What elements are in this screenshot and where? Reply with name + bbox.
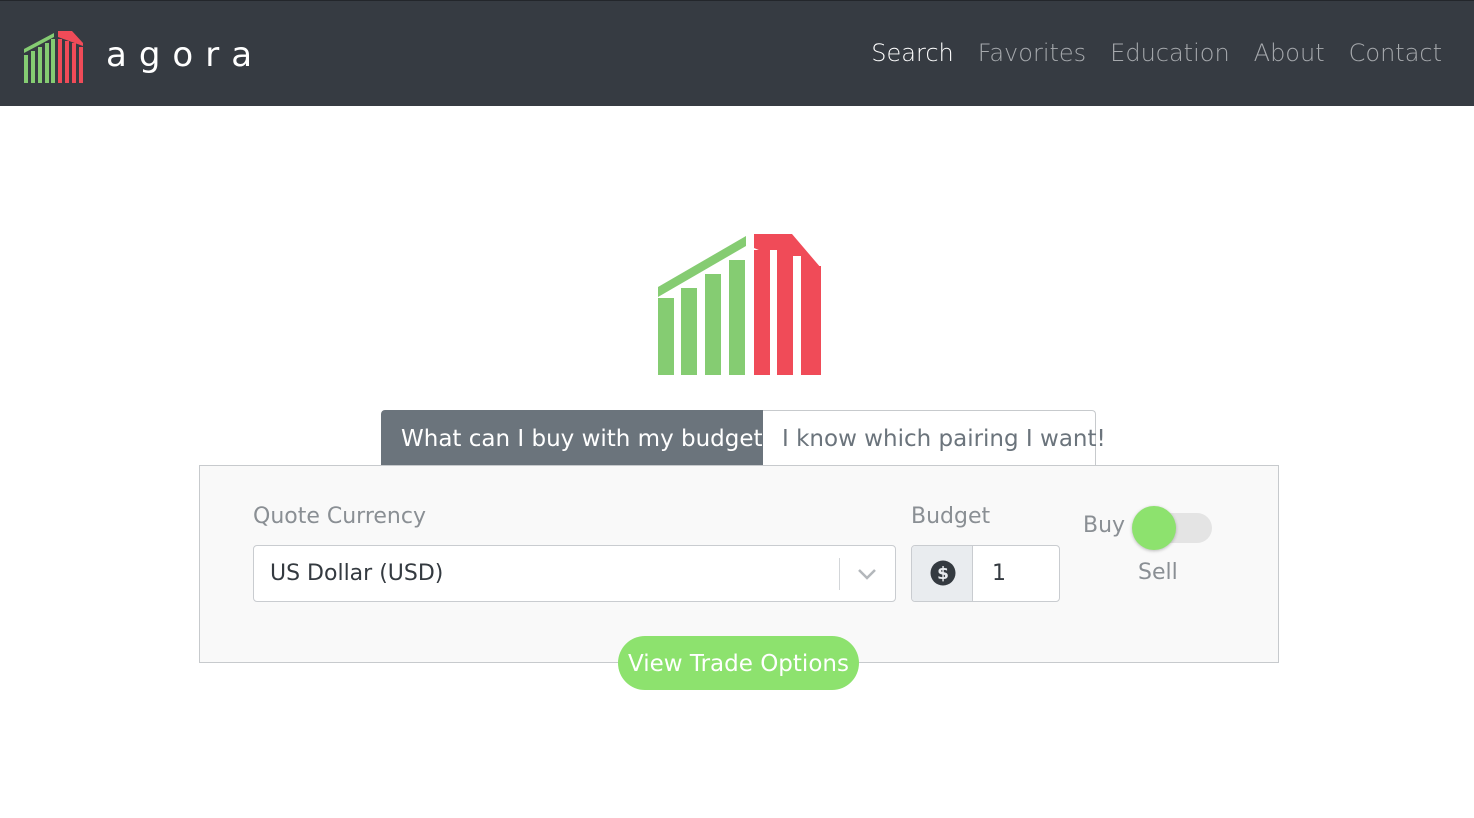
svg-text:$: $ bbox=[937, 564, 949, 584]
dollar-circle-icon: $ bbox=[930, 560, 956, 586]
brand-link[interactable]: agora bbox=[22, 29, 252, 83]
nav-contact[interactable]: Contact bbox=[1349, 39, 1442, 67]
budget-label: Budget bbox=[911, 504, 991, 529]
quote-currency-value: US Dollar (USD) bbox=[270, 561, 444, 586]
quote-currency-label: Quote Currency bbox=[253, 504, 426, 529]
chevron-down-icon[interactable] bbox=[856, 564, 878, 584]
budget-input-group: $ bbox=[911, 545, 1060, 602]
nav-about[interactable]: About bbox=[1254, 39, 1325, 67]
budget-input[interactable] bbox=[974, 546, 1059, 601]
agora-logo-icon bbox=[24, 31, 83, 83]
search-form-panel: Quote Currency Budget US Dollar (USD) $ … bbox=[199, 465, 1279, 663]
quote-currency-select[interactable]: US Dollar (USD) bbox=[253, 545, 896, 602]
buy-sell-toggle[interactable] bbox=[1132, 506, 1212, 550]
brand-name: agora bbox=[106, 35, 265, 75]
nav-favorites[interactable]: Favorites bbox=[978, 39, 1086, 67]
buy-label: Buy bbox=[1083, 513, 1126, 538]
view-trade-options-button[interactable]: View Trade Options bbox=[618, 636, 859, 690]
tab-pairing[interactable]: I know which pairing I want! bbox=[763, 410, 1106, 466]
tab-budget[interactable]: What can I buy with my budget? bbox=[381, 410, 775, 466]
sell-label: Sell bbox=[1138, 560, 1178, 585]
agora-hero-logo-icon bbox=[658, 234, 821, 375]
select-divider bbox=[839, 558, 840, 590]
budget-addon: $ bbox=[912, 546, 973, 601]
nav-links: Search Favorites Education About Contact bbox=[847, 39, 1442, 67]
nav-education[interactable]: Education bbox=[1110, 39, 1229, 67]
toggle-knob bbox=[1132, 506, 1176, 550]
navbar: agora Search Favorites Education About C… bbox=[0, 0, 1474, 106]
search-mode-tabs: What can I buy with my budget? I know wh… bbox=[381, 410, 1106, 466]
nav-search[interactable]: Search bbox=[871, 39, 953, 67]
